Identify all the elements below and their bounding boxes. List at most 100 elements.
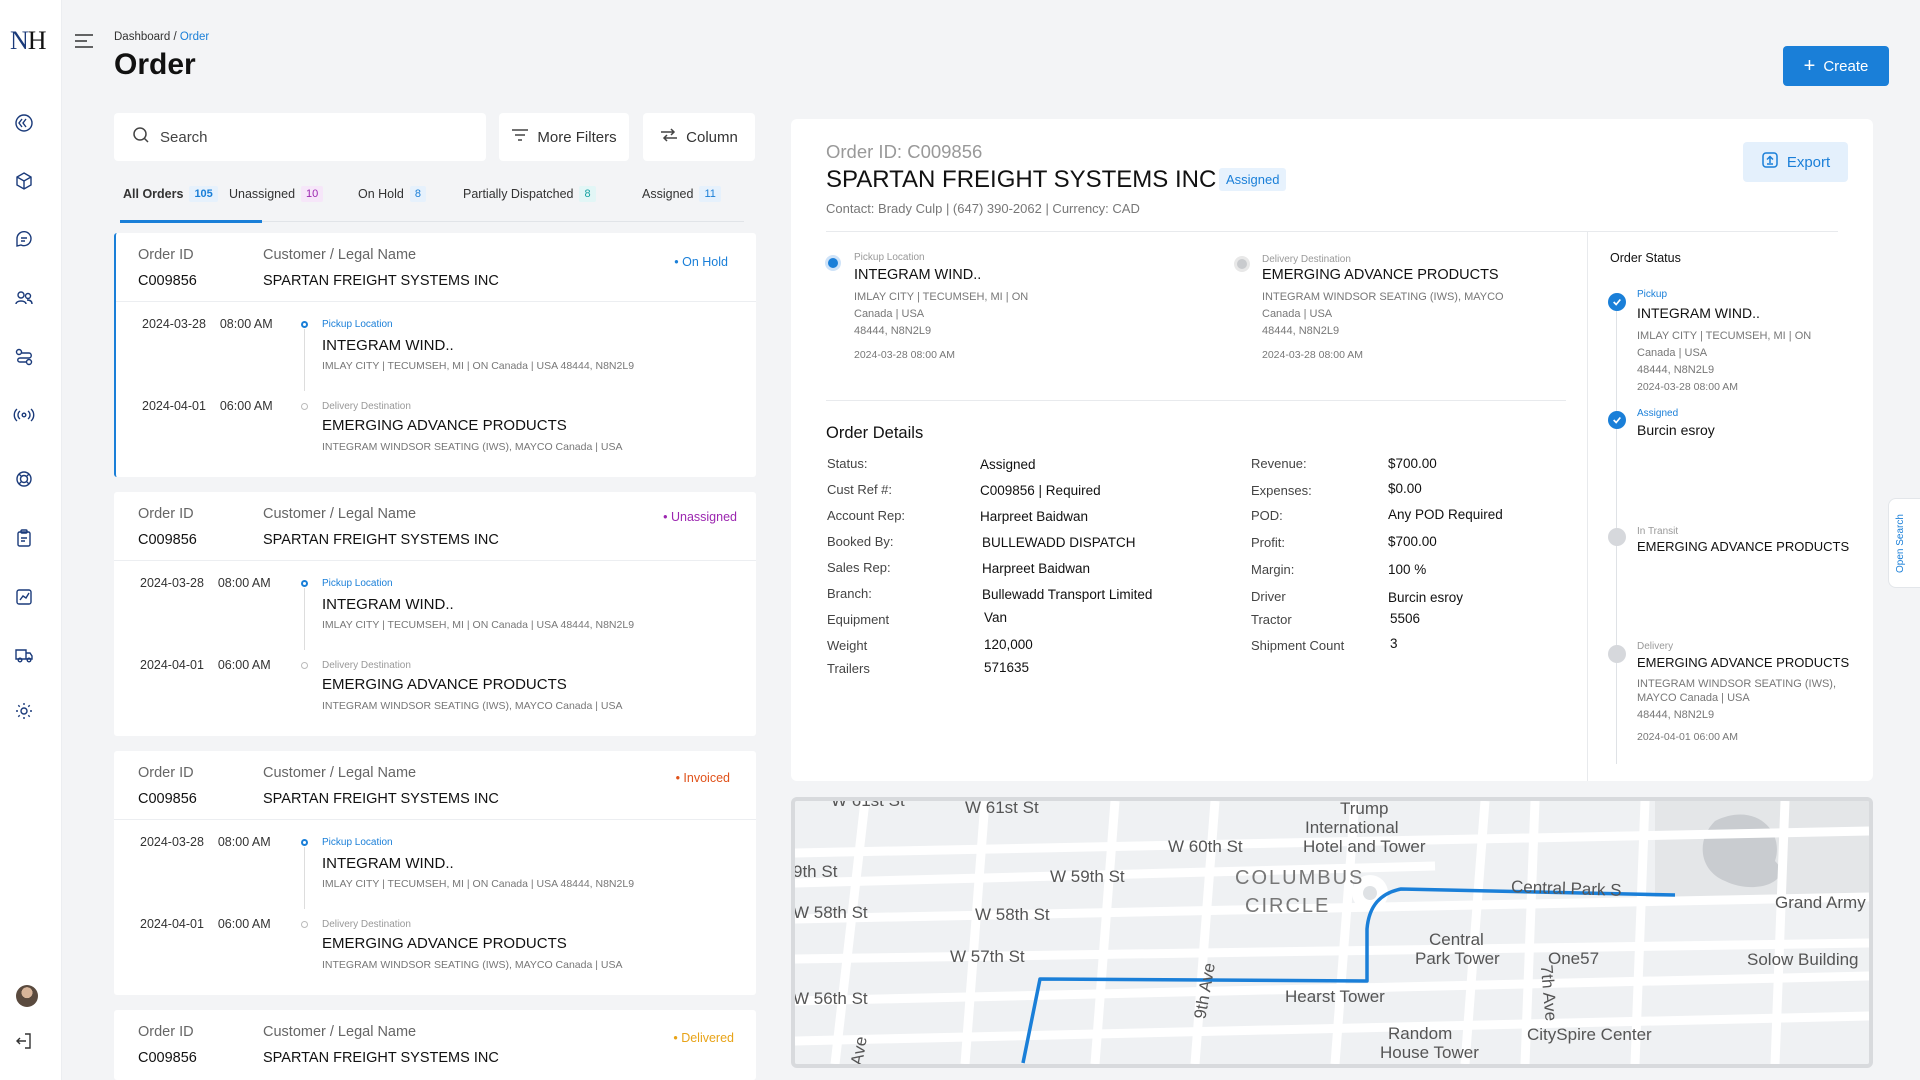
tab-partially-dispatched[interactable]: Partially Dispatched 8 xyxy=(463,186,596,202)
pickup-dot-icon xyxy=(301,321,308,328)
order-card[interactable]: Order ID Customer / Legal Name C009856 S… xyxy=(114,233,756,477)
export-button[interactable]: Export xyxy=(1743,142,1848,182)
status-step-address: INTEGRAM WINDSOR SEATING (IWS), MAYCO Can… xyxy=(1637,678,1837,743)
support-icon[interactable] xyxy=(13,468,35,490)
delivery-destination-name: EMERGING ADVANCE PRODUCTS xyxy=(1262,267,1499,283)
create-button[interactable]: + Create xyxy=(1783,46,1889,86)
pickup-datetime: 2024-03-28 08:00 AM xyxy=(142,317,273,331)
settings-icon[interactable] xyxy=(13,700,35,722)
tab-on-hold[interactable]: On Hold 8 xyxy=(358,186,426,202)
pickup-dot-icon xyxy=(301,580,308,587)
field-label: POD: xyxy=(1251,508,1283,523)
field-label: Revenue: xyxy=(1251,456,1307,471)
map-street-label: W 60th St xyxy=(1168,837,1243,856)
timeline-line xyxy=(304,847,305,909)
customer-label: Customer / Legal Name xyxy=(263,506,417,522)
map-street-label: W 58th St xyxy=(975,905,1050,924)
status-badge: • On Hold xyxy=(674,255,728,269)
customer-name: SPARTAN FREIGHT SYSTEMS INC xyxy=(263,1050,499,1066)
clipboard-icon[interactable] xyxy=(13,527,35,549)
pickup-location-date: 2024-03-28 08:00 AM xyxy=(854,349,955,361)
check-icon xyxy=(1608,411,1626,429)
map-place-label: International xyxy=(1305,818,1399,837)
delivery-label: Delivery Destination xyxy=(322,401,411,412)
customer-name: SPARTAN FREIGHT SYSTEMS INC xyxy=(263,532,499,548)
detail-mid-divider xyxy=(826,400,1566,401)
users-icon[interactable] xyxy=(13,287,35,309)
chat-icon[interactable] xyxy=(13,228,35,250)
delivery-dot-icon xyxy=(301,403,308,410)
check-icon xyxy=(1608,293,1626,311)
pickup-location-label: Pickup Location xyxy=(854,252,925,263)
column-button[interactable]: Column xyxy=(643,113,755,161)
map-place-label: Trump xyxy=(1340,799,1389,818)
tab-unassigned[interactable]: Unassigned 10 xyxy=(229,186,324,202)
field-value: Assigned xyxy=(980,457,1036,472)
field-value: Any POD Required xyxy=(1388,507,1503,522)
route-map[interactable]: W 61st St W 61st St Trump International … xyxy=(791,797,1873,1068)
logout-icon[interactable] xyxy=(13,1030,35,1052)
pickup-label: Pickup Location xyxy=(322,578,393,589)
field-value: 100 % xyxy=(1388,562,1427,577)
more-filters-button[interactable]: More Filters xyxy=(499,113,629,161)
order-card[interactable]: Order ID Customer / Legal Name C009856 S… xyxy=(114,1010,756,1080)
card-divider xyxy=(114,819,756,820)
tab-count: 11 xyxy=(699,186,721,202)
tab-label: Assigned xyxy=(642,187,694,201)
analytics-icon[interactable] xyxy=(13,586,35,608)
status-step-name: Burcin esroy xyxy=(1637,422,1715,438)
pickup-location-name: INTEGRAM WIND.. xyxy=(854,267,982,283)
field-value: Van xyxy=(984,610,1008,625)
delivery-dot-icon xyxy=(301,921,308,928)
field-label: Trailers xyxy=(827,661,870,676)
order-card[interactable]: Order ID Customer / Legal Name C009856 S… xyxy=(114,751,756,995)
status-step-label: In Transit xyxy=(1637,526,1679,537)
active-tab-indicator xyxy=(120,220,262,223)
map-street-label: W 58th St xyxy=(793,903,868,922)
app-logo[interactable]: NH xyxy=(10,26,47,56)
field-value: $700.00 xyxy=(1388,534,1437,549)
order-id-value: C009856 xyxy=(138,273,197,289)
tab-count: 105 xyxy=(189,186,218,202)
breadcrumb-root[interactable]: Dashboard xyxy=(114,31,170,43)
field-label: Driver xyxy=(1251,589,1286,604)
open-search-label: Open Search xyxy=(1895,514,1906,573)
order-id-value: C009856 xyxy=(138,532,197,548)
truck-icon[interactable] xyxy=(13,644,35,666)
delivery-datetime: 2024-04-01 06:00 AM xyxy=(140,917,271,931)
status-step-name: EMERGING ADVANCE PRODUCTS xyxy=(1637,655,1850,670)
tab-assigned[interactable]: Assigned 11 xyxy=(642,186,721,202)
map-street-label: W 61st St xyxy=(965,798,1039,817)
map-street-label: W 61st St xyxy=(831,797,905,810)
delivery-datetime: 2024-04-01 06:00 AM xyxy=(140,658,271,672)
menu-toggle-icon[interactable] xyxy=(74,32,94,50)
search-input[interactable] xyxy=(160,128,460,146)
broadcast-icon[interactable] xyxy=(13,404,35,426)
sidebar: NH xyxy=(0,0,62,1080)
pickup-address: IMLAY CITY | TECUMSEH, MI | ON Canada | … xyxy=(322,619,635,631)
pickup-address: IMLAY CITY | TECUMSEH, MI | ON Canada | … xyxy=(322,360,635,372)
delivery-name: EMERGING ADVANCE PRODUCTS xyxy=(322,417,567,434)
status-badge: • Delivered xyxy=(673,1031,734,1045)
order-id-label: Order ID xyxy=(138,506,194,522)
map-place-label: Random xyxy=(1388,1024,1453,1043)
map-street-label: W 59th St xyxy=(1050,867,1125,886)
map-place-label: CitySpire Center xyxy=(1527,1025,1652,1044)
status-tabs: All Orders 105 Unassigned 10 On Hold 8 P… xyxy=(114,186,754,223)
order-card[interactable]: Order ID Customer / Legal Name C009856 S… xyxy=(114,492,756,736)
field-label: Expenses: xyxy=(1251,483,1312,498)
export-icon xyxy=(1761,151,1779,173)
pickup-datetime: 2024-03-28 08:00 AM xyxy=(140,576,271,590)
user-avatar[interactable] xyxy=(16,985,38,1007)
box-icon[interactable] xyxy=(13,170,35,192)
pickup-location-icon xyxy=(825,255,841,271)
dashboard-icon[interactable] xyxy=(13,112,35,134)
breadcrumb-current[interactable]: Order xyxy=(180,31,209,43)
tab-count: 8 xyxy=(579,186,596,202)
pending-step-icon xyxy=(1608,528,1626,546)
card-divider xyxy=(114,560,756,561)
delivery-dot-icon xyxy=(301,662,308,669)
route-icon[interactable] xyxy=(13,346,35,368)
open-search-tab[interactable]: Open Search xyxy=(1888,498,1920,588)
tab-all-orders[interactable]: All Orders 105 xyxy=(123,186,218,202)
